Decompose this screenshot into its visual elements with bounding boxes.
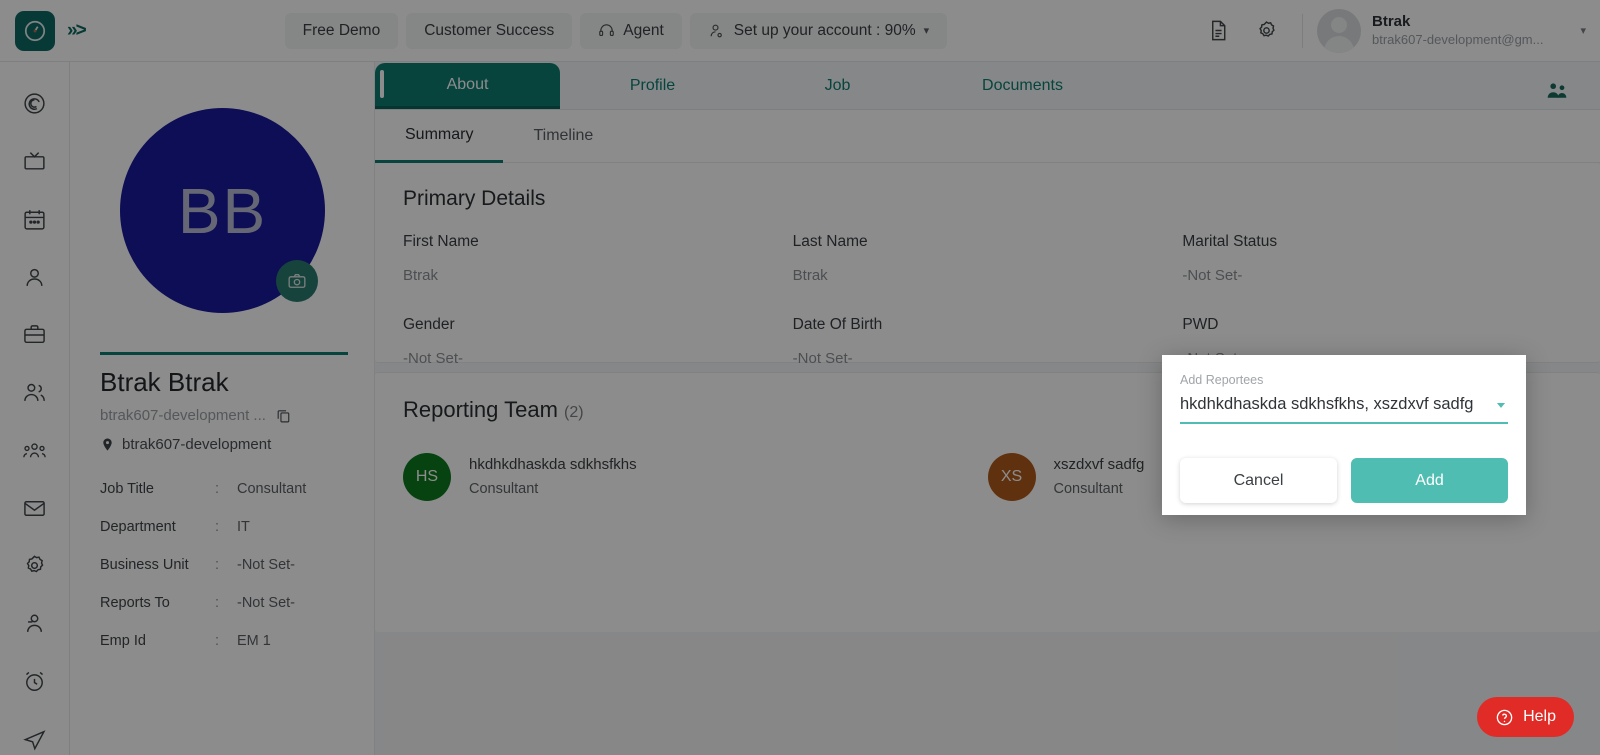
app-root: »> Free Demo Customer Success Agent Set … (0, 0, 1600, 755)
help-button-label: Help (1523, 708, 1556, 725)
add-button-label: Add (1415, 471, 1444, 489)
add-reportees-dialog: Add Reportees hkdhkdhaskda sdkhsfkhs, xs… (1162, 355, 1526, 515)
help-button[interactable]: Help (1477, 697, 1574, 737)
reportees-select-value: hkdhkdhaskda sdkhsfkhs, xszdxvf sadfg (1180, 395, 1474, 413)
add-button[interactable]: Add (1351, 458, 1508, 503)
chevron-down-icon (1496, 402, 1506, 408)
reportees-select[interactable]: hkdhkdhaskda sdkhsfkhs, xszdxvf sadfg (1180, 395, 1508, 424)
dialog-actions: Cancel Add (1180, 458, 1508, 503)
cancel-button-label: Cancel (1233, 471, 1284, 489)
question-circle-icon (1496, 709, 1513, 725)
add-reportees-label: Add Reportees (1180, 373, 1264, 387)
cancel-button[interactable]: Cancel (1180, 458, 1337, 503)
